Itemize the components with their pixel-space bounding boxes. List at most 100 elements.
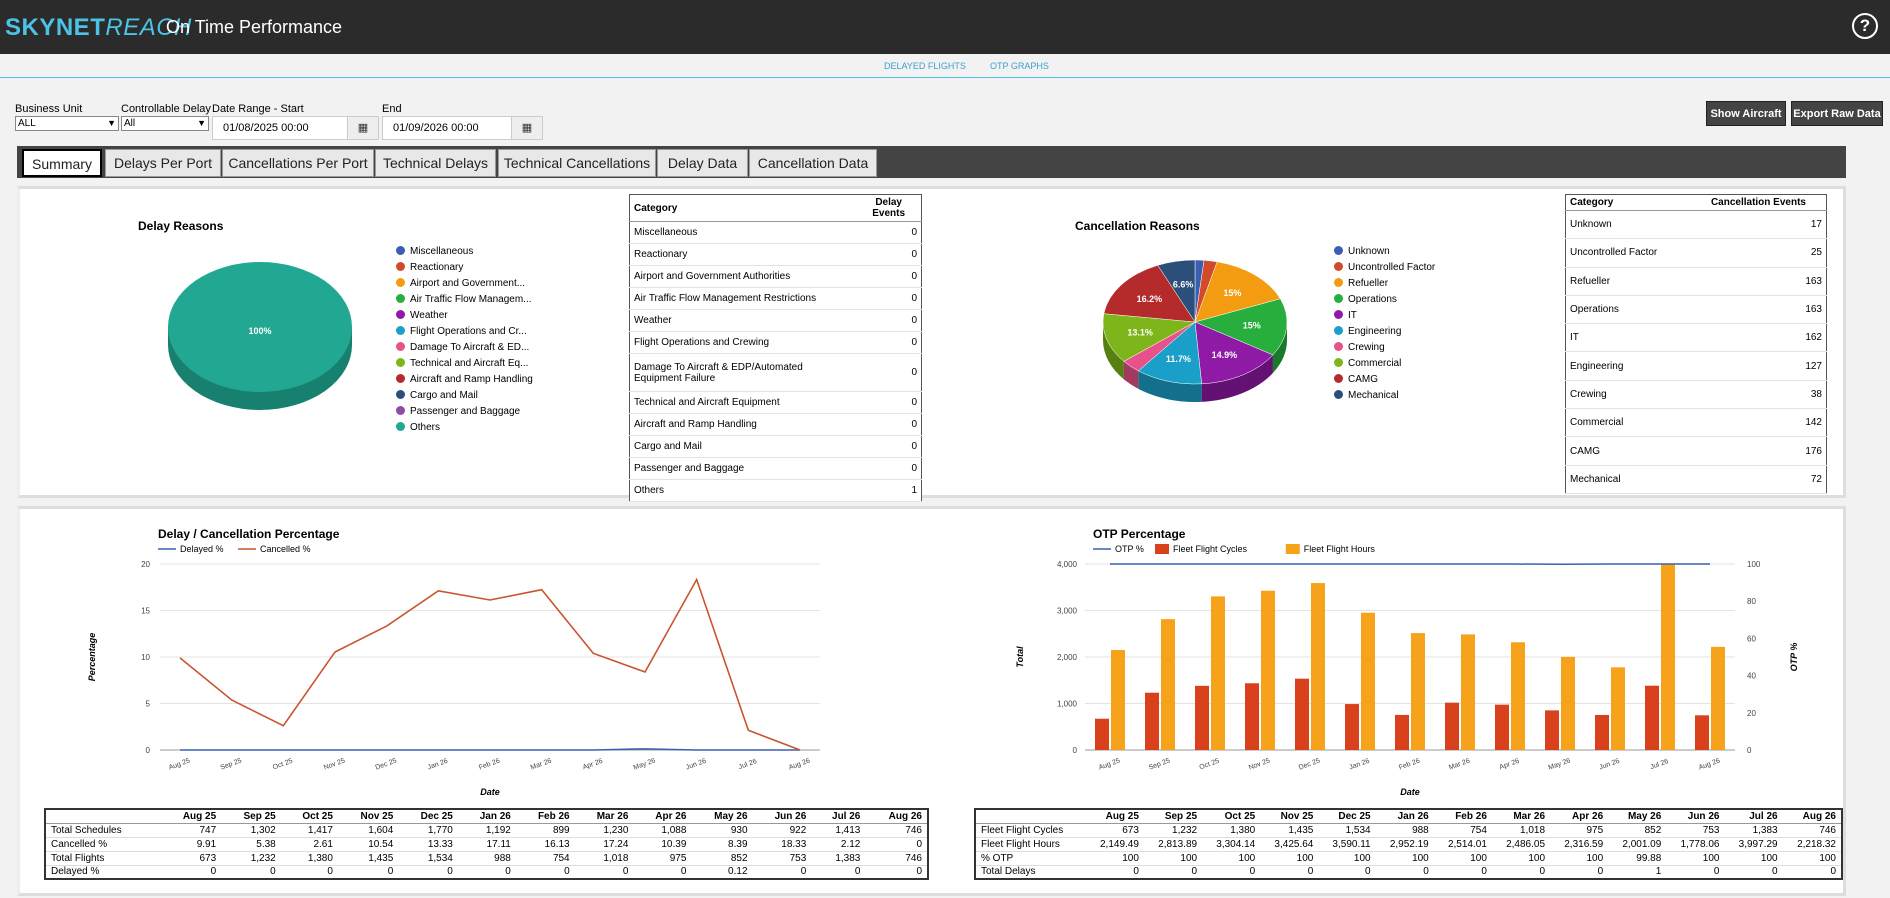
legend-item-others[interactable]: Others	[396, 422, 440, 433]
legend-item-engineering[interactable]: Engineering	[1334, 326, 1401, 337]
legend-marker-icon	[1334, 342, 1343, 351]
calendar-icon[interactable]: ▦	[347, 116, 379, 140]
events-cell: 0	[856, 287, 922, 310]
events-cell: 72	[1690, 465, 1827, 494]
value-cell: 10.54	[337, 837, 399, 852]
bar-fleet-flight-hours	[1211, 596, 1225, 750]
date-end-input[interactable]: 01/09/2026 00:00	[382, 116, 512, 140]
controllable-delay-select[interactable]: All ▼	[121, 116, 209, 131]
legend-marker-icon	[1334, 358, 1343, 367]
legend-item-unknown[interactable]: Unknown	[1334, 246, 1390, 257]
legend-label: Reactionary	[410, 262, 464, 273]
x-tick-label: Jul 26	[1650, 758, 1670, 771]
help-icon[interactable]: ?	[1852, 13, 1878, 39]
value-cell: 100	[1666, 851, 1725, 866]
value-cell: 2.61	[280, 837, 338, 852]
calendar-icon[interactable]: ▦	[511, 116, 543, 140]
legend-item-passenger-and-baggage[interactable]: Passenger and Baggage	[396, 406, 520, 417]
delayed-flights-link[interactable]: DELAYED FLIGHTS	[884, 61, 966, 71]
tab-cancellations-per-port[interactable]: Cancellations Per Port	[222, 149, 374, 177]
legend-item-commercial[interactable]: Commercial	[1334, 358, 1401, 369]
show-aircraft-button[interactable]: Show Aircraft	[1706, 101, 1786, 126]
value-cell: 0	[752, 865, 812, 880]
category-cell: Cargo and Mail	[629, 435, 857, 458]
month-column-header: Feb 26	[1433, 809, 1492, 824]
tab-summary[interactable]: Summary	[22, 149, 102, 177]
category-cell: IT	[1565, 323, 1691, 353]
value-cell: 1,534	[1318, 823, 1376, 838]
legend-item-operations[interactable]: Operations	[1334, 294, 1397, 305]
value-cell: 1,380	[1202, 823, 1261, 838]
legend-item-weather[interactable]: Weather	[396, 310, 448, 321]
legend-label: Miscellaneous	[410, 246, 474, 257]
legend-item-technical-and-aircraft-eq[interactable]: Technical and Aircraft Eq...	[396, 358, 528, 369]
legend-item-reactionary[interactable]: Reactionary	[396, 262, 463, 273]
x-tick-label: Sep 25	[1148, 757, 1171, 771]
legend-item-mechanical[interactable]: Mechanical	[1334, 390, 1399, 401]
table-row: CAMG 176	[1565, 436, 1827, 466]
legend-item-airport-and-government[interactable]: Airport and Government...	[396, 278, 525, 289]
y-tick-label: 5	[146, 700, 151, 709]
value-cell: 0	[1491, 865, 1551, 880]
legend-marker-icon	[1334, 310, 1343, 319]
y-tick-label: 2,000	[1057, 653, 1078, 662]
legend-marker-icon	[1334, 246, 1343, 255]
bar-fleet-flight-cycles	[1495, 704, 1509, 750]
legend-item-aircraft-and-ramp-handling[interactable]: Aircraft and Ramp Handling	[396, 374, 533, 385]
value-cell: 1,232	[1143, 823, 1203, 838]
legend-item-refueller[interactable]: Refueller	[1334, 278, 1388, 289]
otp-graphs-link[interactable]: OTP GRAPHS	[990, 61, 1049, 71]
export-raw-data-button[interactable]: Export Raw Data	[1791, 101, 1883, 126]
legend-item-miscellaneous[interactable]: Miscellaneous	[396, 246, 473, 257]
month-column-header: Aug 25	[160, 809, 222, 824]
table-row: Weather 0	[629, 309, 922, 332]
legend-item-it[interactable]: IT	[1334, 310, 1357, 321]
legend-item-uncontrolled-factor[interactable]: Uncontrolled Factor	[1334, 262, 1435, 273]
value-cell: 1,380	[280, 851, 338, 866]
x-tick-label: Aug 25	[168, 757, 191, 771]
tab-technical-delays[interactable]: Technical Delays	[375, 149, 496, 177]
date-start-input[interactable]: 01/08/2025 00:00	[212, 116, 348, 140]
bar-fleet-flight-hours	[1411, 633, 1425, 750]
row-label: % OTP	[975, 851, 1086, 866]
value-cell: 1,192	[457, 823, 516, 838]
business-unit-select[interactable]: ALL ▼	[15, 116, 119, 131]
month-column-header: Jul 26	[1724, 809, 1783, 824]
events-cell: 0	[856, 435, 922, 458]
skynet-reach-logo[interactable]: SKYNETREACH	[5, 14, 192, 42]
value-cell: 1,534	[398, 851, 458, 866]
value-cell: 1,383	[811, 851, 866, 866]
legend-item-flight-operations-and-cr[interactable]: Flight Operations and Cr...	[396, 326, 527, 337]
value-cell: 100	[1260, 851, 1319, 866]
legend-item-air-traffic-flow-managem[interactable]: Air Traffic Flow Managem...	[396, 294, 532, 305]
value-cell: 975	[1550, 823, 1609, 838]
value-cell: 988	[1375, 823, 1434, 838]
month-column-header: Dec 25	[398, 809, 458, 824]
row-label: Total Schedules	[45, 823, 161, 838]
tab-delay-data[interactable]: Delay Data	[657, 149, 748, 177]
value-cell: 0	[811, 865, 866, 880]
legend-item-damage-to-aircraft-ed[interactable]: Damage To Aircraft & ED...	[396, 342, 529, 353]
tab-delays-per-port[interactable]: Delays Per Port	[105, 149, 221, 177]
events-cell: 1	[856, 479, 922, 502]
month-column-header: Dec 25	[1318, 809, 1376, 824]
x-tick-label: Nov 25	[1248, 757, 1271, 771]
y-tick-label: 20	[141, 560, 150, 569]
value-cell: 100	[1491, 851, 1551, 866]
tab-technical-cancellations[interactable]: Technical Cancellations	[498, 149, 656, 177]
legend-item-cargo-and-mail[interactable]: Cargo and Mail	[396, 390, 478, 401]
legend-label: Fleet Flight Hours	[1304, 544, 1376, 554]
legend-item-camg[interactable]: CAMG	[1334, 374, 1378, 385]
category-cell: Unknown	[1565, 210, 1691, 240]
category-cell: Uncontrolled Factor	[1565, 238, 1691, 268]
events-cell: 0	[856, 221, 922, 244]
value-cell: 100	[1782, 851, 1842, 866]
legend-swatch-icon	[1285, 544, 1300, 554]
table-row: Unknown 17	[1565, 210, 1827, 240]
legend-marker-icon	[396, 326, 405, 335]
events-cell: 176	[1690, 436, 1827, 466]
value-cell: 0.12	[691, 865, 753, 880]
value-cell: 100	[1724, 851, 1783, 866]
tab-cancellation-data[interactable]: Cancellation Data	[749, 149, 877, 177]
legend-item-crewing[interactable]: Crewing	[1334, 342, 1385, 353]
